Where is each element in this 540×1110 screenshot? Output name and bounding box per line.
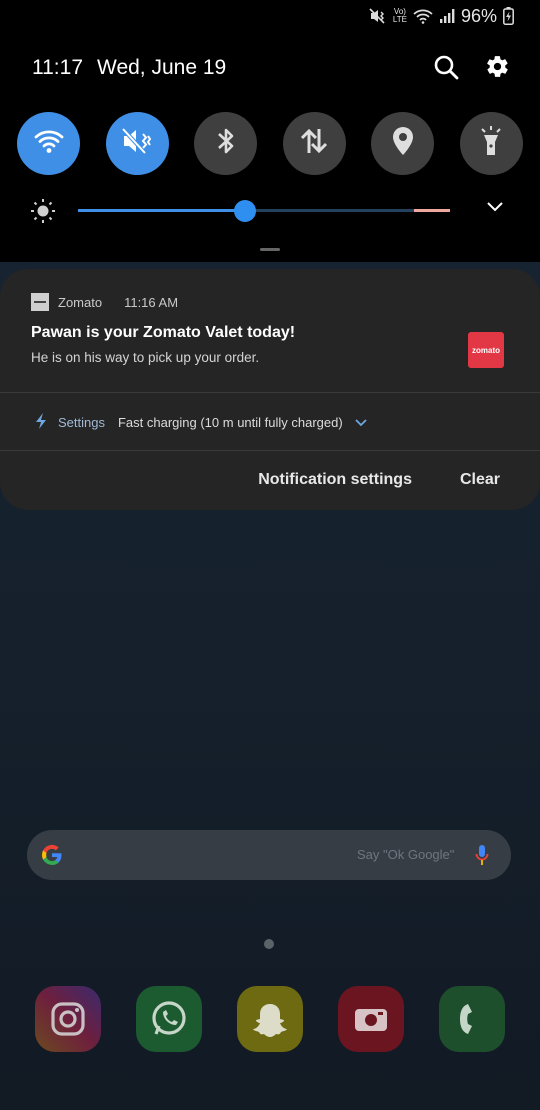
battery-percent: 96% xyxy=(460,5,497,26)
sound-mode-toggle[interactable] xyxy=(105,112,169,175)
clock-date[interactable]: 11:17 Wed, June 19 xyxy=(32,56,240,80)
brightness-icon xyxy=(30,198,56,229)
brightness-control xyxy=(30,196,510,226)
divider xyxy=(0,450,540,451)
brightness-high-zone xyxy=(414,209,450,212)
quick-toggles xyxy=(17,112,523,175)
zomato-app-icon xyxy=(31,293,49,311)
google-search-bar[interactable]: Say "Ok Google" xyxy=(27,830,511,880)
notification-title: Pawan is your Zomato Valet today! xyxy=(31,324,296,341)
wifi-toggle[interactable] xyxy=(17,112,80,175)
mute-vibrate-icon xyxy=(369,8,387,24)
microphone-icon[interactable] xyxy=(475,844,489,871)
brightness-fill xyxy=(78,209,246,212)
brightness-slider[interactable] xyxy=(78,200,450,222)
volte-icon: Vo) LTE xyxy=(392,7,407,24)
brightness-knob[interactable] xyxy=(234,200,257,222)
gear-icon[interactable] xyxy=(485,54,510,85)
page-indicator xyxy=(264,939,274,949)
chevron-down-icon[interactable] xyxy=(486,200,504,218)
instagram-icon[interactable] xyxy=(35,986,101,1052)
clock-time: 11:17 xyxy=(32,56,83,79)
mute-vibrate-icon xyxy=(121,127,153,160)
status-bar: Vo) LTE 96% xyxy=(369,4,514,28)
flashlight-icon xyxy=(478,125,504,162)
phone-icon[interactable] xyxy=(439,986,505,1052)
camera-app-icon[interactable] xyxy=(338,986,404,1052)
whatsapp-icon[interactable] xyxy=(136,986,202,1052)
notification-thumbnail: zomato xyxy=(468,332,504,368)
clear-button[interactable]: Clear xyxy=(460,471,500,489)
location-icon xyxy=(391,126,415,161)
location-toggle[interactable] xyxy=(371,112,435,175)
app-dock xyxy=(35,986,505,1052)
battery-charging-icon xyxy=(503,7,514,25)
flashlight-toggle[interactable] xyxy=(459,112,523,175)
panel-drag-handle[interactable] xyxy=(260,248,280,251)
mobile-data-toggle[interactable] xyxy=(282,112,346,175)
chevron-down-icon[interactable] xyxy=(355,415,367,430)
wifi-icon xyxy=(34,128,64,159)
search-hint: Say "Ok Google" xyxy=(357,847,455,862)
notification-panel: Zomato 11:16 AM Pawan is your Zomato Val… xyxy=(0,269,540,510)
search-icon[interactable] xyxy=(433,54,459,85)
notification-app-name: Zomato xyxy=(58,294,103,310)
data-arrows-icon xyxy=(299,127,329,160)
charging-label: Settings xyxy=(58,415,105,430)
divider xyxy=(0,392,540,393)
notification-text: He is on his way to pick up your order. xyxy=(31,350,260,365)
charging-notification[interactable]: Settings Fast charging (10 m until fully… xyxy=(34,412,367,433)
date-label: Wed, June 19 xyxy=(97,56,227,79)
notification-time: 11:16 AM xyxy=(124,294,179,310)
zomato-notification[interactable]: Zomato 11:16 AM Pawan is your Zomato Val… xyxy=(0,269,540,392)
notification-settings-button[interactable]: Notification settings xyxy=(258,471,412,489)
charging-message: Fast charging (10 m until fully charged) xyxy=(117,415,343,430)
lightning-icon xyxy=(34,412,48,433)
snapchat-icon[interactable] xyxy=(237,986,303,1052)
wifi-icon xyxy=(413,8,433,24)
bluetooth-toggle[interactable] xyxy=(194,112,258,175)
signal-icon xyxy=(439,8,455,24)
bluetooth-icon xyxy=(215,126,237,161)
google-logo-icon xyxy=(40,843,64,867)
